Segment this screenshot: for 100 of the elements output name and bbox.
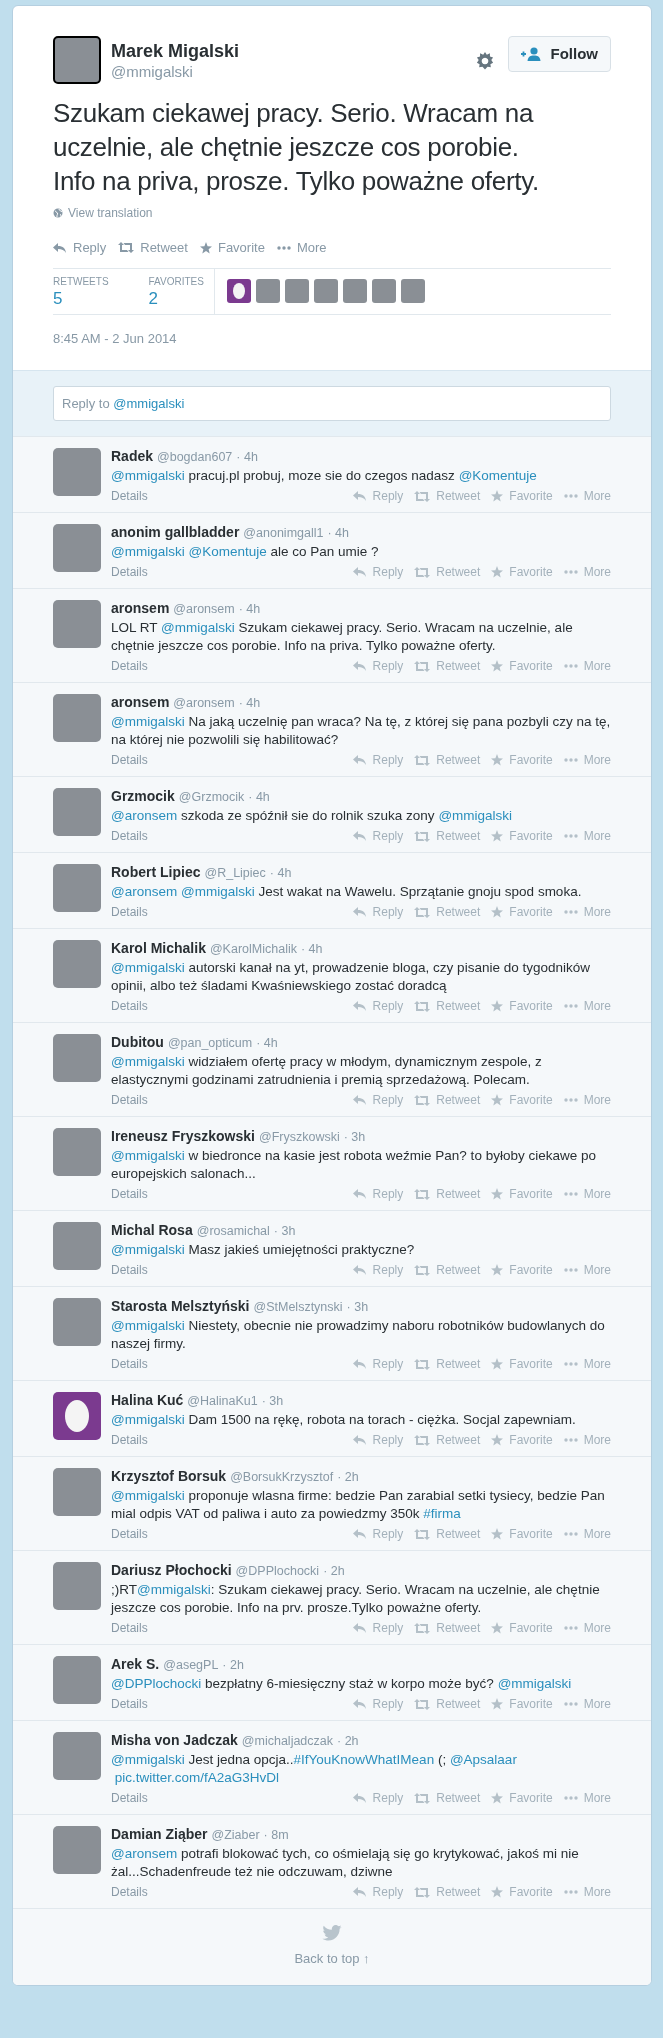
- action-button[interactable]: More: [563, 1883, 611, 1901]
- action-button[interactable]: Reply: [352, 1431, 404, 1449]
- user-handle[interactable]: @aronsem: [173, 694, 235, 712]
- user-name[interactable]: Damian Ziąber: [111, 1825, 208, 1843]
- link[interactable]: @mmigalski: [111, 1752, 185, 1767]
- user-name[interactable]: anonim gallbladder: [111, 523, 240, 541]
- details-link[interactable]: Details: [111, 563, 148, 581]
- action-button[interactable]: More: [563, 1431, 611, 1449]
- link[interactable]: @mmigalski: [111, 468, 185, 483]
- details-link[interactable]: Details: [111, 487, 148, 505]
- user-name[interactable]: Grzmocik: [111, 787, 175, 805]
- link[interactable]: @mmigalski: [111, 1412, 185, 1427]
- user-handle[interactable]: @KarolMichalik: [209, 940, 297, 958]
- action-button[interactable]: Retweet: [414, 1695, 481, 1713]
- action-button[interactable]: Favorite: [491, 1695, 553, 1713]
- user-name[interactable]: Starosta Melsztyński: [111, 1297, 250, 1315]
- user-name[interactable]: Ireneusz Fryszkowski: [111, 1127, 255, 1145]
- action-button[interactable]: Favorite: [491, 1431, 553, 1449]
- action-button[interactable]: Favorite: [199, 238, 265, 258]
- details-link[interactable]: Details: [111, 997, 148, 1015]
- action-button[interactable]: Retweet: [414, 1261, 481, 1279]
- link[interactable]: pic.twitter.com/fA2aG3HvDl: [114, 1770, 280, 1785]
- link[interactable]: @mmigalski: [111, 960, 185, 975]
- action-button[interactable]: Retweet: [414, 903, 481, 921]
- link[interactable]: @mmigalski: [111, 544, 185, 559]
- action-button[interactable]: Reply: [352, 657, 404, 675]
- link[interactable]: @mmigalski: [111, 714, 185, 729]
- user-handle[interactable]: @michaljadczak: [241, 1732, 334, 1750]
- action-button[interactable]: Reply: [352, 563, 404, 581]
- user-name[interactable]: Radek: [111, 447, 154, 465]
- action-button[interactable]: More: [563, 997, 611, 1015]
- action-button[interactable]: Retweet: [414, 563, 481, 581]
- action-button[interactable]: Reply: [352, 1091, 404, 1109]
- action-button[interactable]: Favorite: [491, 1091, 553, 1109]
- action-button[interactable]: More: [563, 1261, 611, 1279]
- action-button[interactable]: More: [563, 657, 611, 675]
- details-link[interactable]: Details: [111, 1091, 148, 1109]
- user-handle[interactable]: @asegPL: [163, 1656, 219, 1674]
- details-link[interactable]: Details: [111, 1355, 148, 1373]
- action-button[interactable]: Reply: [352, 1355, 404, 1373]
- action-button[interactable]: More: [563, 751, 611, 769]
- action-button[interactable]: Favorite: [491, 1883, 553, 1901]
- link[interactable]: #firma: [423, 1506, 461, 1521]
- details-link[interactable]: Details: [111, 1695, 148, 1713]
- action-button[interactable]: Favorite: [491, 1261, 553, 1279]
- action-button[interactable]: Reply: [352, 1261, 404, 1279]
- details-link[interactable]: Details: [111, 1789, 148, 1807]
- link[interactable]: @mmigalski: [111, 1054, 185, 1069]
- action-button[interactable]: Reply: [352, 827, 404, 845]
- action-button[interactable]: More: [563, 1091, 611, 1109]
- link[interactable]: @Apsalaar: [449, 1752, 517, 1767]
- action-button[interactable]: Favorite: [491, 1185, 553, 1203]
- action-button[interactable]: Favorite: [491, 903, 553, 921]
- author-handle[interactable]: @mmigalski: [111, 62, 240, 82]
- details-link[interactable]: Details: [111, 657, 148, 675]
- action-button[interactable]: Favorite: [491, 1789, 553, 1807]
- link[interactable]: @aronsem: [111, 884, 178, 899]
- link[interactable]: @Komentuje: [458, 468, 537, 483]
- action-button[interactable]: More: [276, 238, 327, 258]
- user-name[interactable]: Michal Rosa: [111, 1221, 193, 1239]
- user-name[interactable]: Karol Michalik: [111, 939, 206, 957]
- action-button[interactable]: More: [563, 903, 611, 921]
- action-button[interactable]: More: [563, 1185, 611, 1203]
- user-name[interactable]: aronsem: [111, 599, 170, 617]
- action-button[interactable]: Reply: [352, 903, 404, 921]
- user-handle[interactable]: @Grzmocik: [178, 788, 245, 806]
- action-button[interactable]: Retweet: [414, 1185, 481, 1203]
- action-button[interactable]: Favorite: [491, 1525, 553, 1543]
- action-button[interactable]: More: [563, 1619, 611, 1637]
- action-button[interactable]: Reply: [352, 1185, 404, 1203]
- translation-link[interactable]: View translation: [53, 204, 153, 222]
- action-button[interactable]: Reply: [352, 751, 404, 769]
- action-button[interactable]: Reply: [352, 1525, 404, 1543]
- details-link[interactable]: Details: [111, 1431, 148, 1449]
- details-link[interactable]: Details: [111, 1883, 148, 1901]
- link[interactable]: #IfYouKnowWhatIMean: [293, 1752, 435, 1767]
- action-button[interactable]: Favorite: [491, 997, 553, 1015]
- action-button[interactable]: Reply: [53, 238, 107, 258]
- action-button[interactable]: More: [563, 1695, 611, 1713]
- link[interactable]: @mmigalski: [111, 1488, 185, 1503]
- action-button[interactable]: Retweet: [414, 1789, 481, 1807]
- details-link[interactable]: Details: [111, 903, 148, 921]
- user-handle[interactable]: @rosamichal: [196, 1222, 270, 1240]
- user-handle[interactable]: @bogdan607: [157, 448, 233, 466]
- action-button[interactable]: Retweet: [414, 657, 481, 675]
- stat-count[interactable]: 5: [53, 288, 63, 309]
- details-link[interactable]: Details: [111, 1185, 148, 1203]
- details-link[interactable]: Details: [111, 1261, 148, 1279]
- action-button[interactable]: More: [563, 1789, 611, 1807]
- link[interactable]: @mmigalski: [181, 884, 255, 899]
- details-link[interactable]: Details: [111, 1525, 148, 1543]
- action-button[interactable]: More: [563, 487, 611, 505]
- action-button[interactable]: More: [563, 1355, 611, 1373]
- action-button[interactable]: Reply: [352, 487, 404, 505]
- action-button[interactable]: More: [563, 563, 611, 581]
- action-button[interactable]: Retweet: [414, 487, 481, 505]
- user-name[interactable]: Krzysztof Borsuk: [111, 1467, 227, 1485]
- action-button[interactable]: Reply: [352, 1789, 404, 1807]
- action-button[interactable]: Favorite: [491, 487, 553, 505]
- link[interactable]: @mmigalski: [137, 1582, 211, 1597]
